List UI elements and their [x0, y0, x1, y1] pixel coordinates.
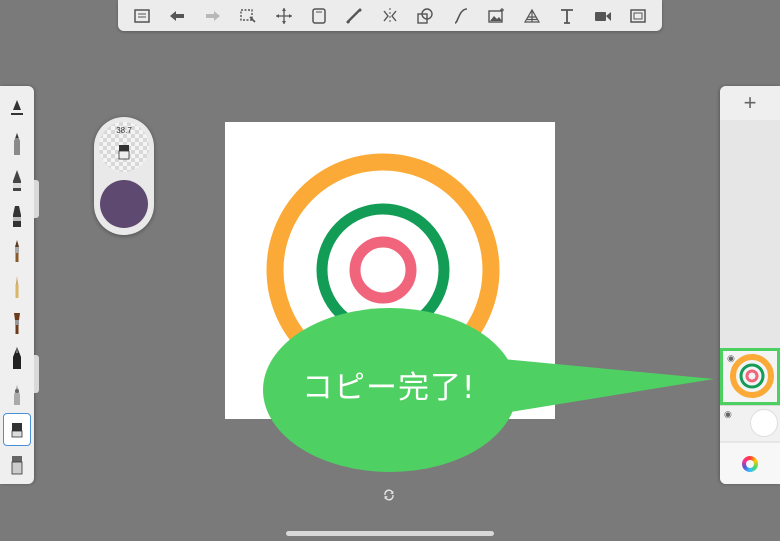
paintbrush-brush[interactable] — [3, 235, 31, 269]
sync-icon[interactable] — [383, 489, 395, 501]
callout-text: コピー完了! — [302, 370, 476, 406]
brush-panel-tab-lower[interactable] — [34, 355, 39, 393]
image-icon[interactable] — [483, 4, 509, 28]
shape-icon[interactable] — [412, 4, 438, 28]
brush-panel-tab-upper[interactable] — [34, 180, 39, 218]
stroke-icon[interactable] — [341, 4, 367, 28]
eraser-brush[interactable] — [3, 412, 31, 447]
eye-icon[interactable]: ◉ — [724, 409, 732, 420]
brush-puck[interactable]: 38.7 — [94, 117, 154, 235]
ballpoint-brush[interactable] — [3, 163, 31, 197]
perspective-icon[interactable] — [519, 4, 545, 28]
inner-ring — [349, 236, 417, 304]
add-layer-button[interactable]: + — [720, 86, 780, 120]
undo-icon[interactable] — [164, 4, 190, 28]
fine-brush[interactable] — [3, 270, 31, 304]
layers-panel: + ◉ ◉ — [720, 86, 780, 484]
home-indicator — [286, 531, 494, 536]
transform-icon[interactable] — [271, 4, 297, 28]
smudge-brush[interactable] — [3, 377, 31, 411]
video-icon[interactable] — [590, 4, 616, 28]
gallery-icon[interactable] — [129, 4, 155, 28]
redo-icon[interactable] — [200, 4, 226, 28]
flat-brush[interactable] — [3, 306, 31, 340]
curve-icon[interactable] — [448, 4, 474, 28]
symmetry-icon[interactable] — [377, 4, 403, 28]
color-wheel-icon — [742, 455, 758, 472]
layer-thumbnail-selected[interactable]: ◉ — [720, 348, 780, 405]
current-color-swatch[interactable] — [100, 180, 148, 228]
layer-thumbnail-background[interactable]: ◉ — [720, 405, 780, 441]
brush-size-control[interactable]: 38.7 — [99, 122, 149, 172]
ink-pen-brush[interactable] — [3, 341, 31, 375]
pencil-brush[interactable] — [3, 128, 31, 162]
marker-brush[interactable] — [3, 199, 31, 233]
top-toolbar — [118, 0, 662, 31]
airbrush-brush[interactable] — [3, 92, 31, 126]
ruler-icon[interactable] — [306, 4, 332, 28]
text-icon[interactable] — [554, 4, 580, 28]
eraser-icon — [118, 145, 130, 160]
eye-icon[interactable]: ◉ — [727, 353, 735, 364]
color-editor-button[interactable] — [720, 443, 780, 484]
fullscreen-icon[interactable] — [625, 4, 651, 28]
brush-palette — [0, 86, 34, 484]
fill-brush[interactable] — [3, 448, 31, 482]
layer-preview — [750, 409, 778, 437]
selection-icon[interactable] — [235, 4, 261, 28]
brush-size-value: 38.7 — [116, 126, 132, 135]
